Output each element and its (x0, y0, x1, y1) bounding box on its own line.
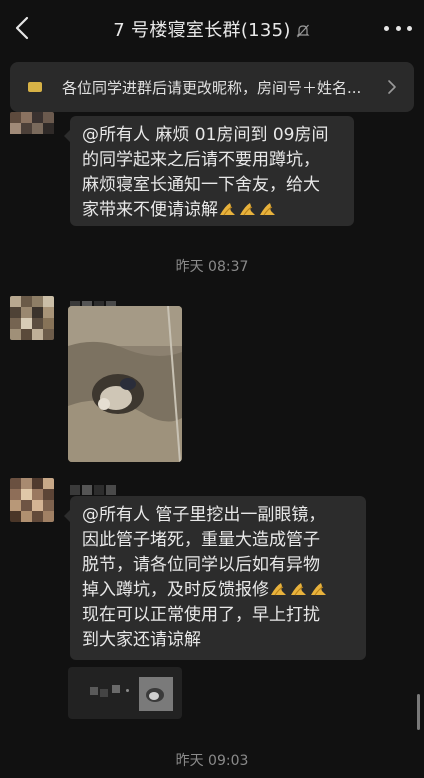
bell-muted-icon (296, 24, 310, 38)
message-line: 因此管子堵死，重量大造成管子 (82, 530, 320, 550)
scrollbar-thumb[interactable] (417, 694, 420, 730)
quoted-sender-pixel (100, 689, 108, 697)
pray-hands-emoji (291, 583, 306, 596)
more-button[interactable] (384, 16, 412, 40)
quoted-reply[interactable] (68, 667, 182, 719)
sender-nickname (70, 480, 118, 495)
timestamp: 昨天 09:03 (175, 753, 249, 769)
message-bubble[interactable]: @所有人 麻烦 01房间到 09房间 的同学起来之后请不要用蹲坑， 麻烦寝室长通… (64, 116, 354, 226)
pray-hands-emoji (271, 583, 286, 596)
pinned-notice-text: 各位同学进群后请更改昵称，房间号＋姓名... (62, 79, 362, 97)
avatar[interactable] (10, 478, 54, 522)
message-line: 现在可以正常使用了，早上打扰 (82, 605, 320, 625)
message-line: 到大家还请谅解 (82, 630, 201, 650)
photo-icon (68, 306, 182, 462)
photo-icon (139, 677, 173, 711)
avatar[interactable] (10, 112, 54, 140)
message-line: 家带来不便请谅解 (82, 200, 218, 220)
pinned-notice-bar[interactable]: 各位同学进群后请更改昵称，房间号＋姓名... (10, 62, 414, 112)
chat-title: 7 号楼寝室长群(135) (0, 16, 424, 42)
pray-hands-emoji (260, 203, 275, 216)
ellipsis-dot (407, 25, 412, 31)
pray-hands-emoji (311, 583, 326, 596)
chat-header: 7 号楼寝室长群(135) (0, 0, 424, 58)
message-line: @所有人 管子里挖出一副眼镜， (82, 505, 326, 525)
message-line: 脱节，请各位同学以后如有异物 (82, 555, 320, 575)
pinned-notice-icon (28, 82, 42, 92)
ellipsis-icon (384, 25, 389, 31)
quoted-image-thumbnail (139, 677, 173, 711)
pray-hands-emoji (220, 203, 235, 216)
pray-hands-emoji (240, 203, 255, 216)
quoted-sender-pixel (90, 687, 98, 695)
timestamp: 昨天 08:37 (175, 259, 249, 275)
message-line: 的同学起来之后请不要用蹲坑， (82, 150, 320, 170)
chevron-right-icon (388, 80, 396, 94)
message-line: 麻烦寝室长通知一下舍友，给大 (82, 175, 320, 195)
message-line: @所有人 麻烦 01房间到 09房间 (82, 125, 329, 145)
chat-title-text: 7 号楼寝室长群(135) (113, 20, 291, 41)
message-bubble[interactable]: @所有人 管子里挖出一副眼镜， 因此管子堵死，重量大造成管子 脱节，请各位同学以… (64, 496, 366, 660)
avatar[interactable] (10, 296, 54, 340)
separator-dot (126, 689, 129, 692)
ellipsis-dot (395, 25, 401, 31)
quoted-sender-pixel (112, 685, 120, 693)
message-line: 掉入蹲坑，及时反馈报修 (82, 580, 269, 600)
message-image[interactable] (68, 306, 182, 462)
